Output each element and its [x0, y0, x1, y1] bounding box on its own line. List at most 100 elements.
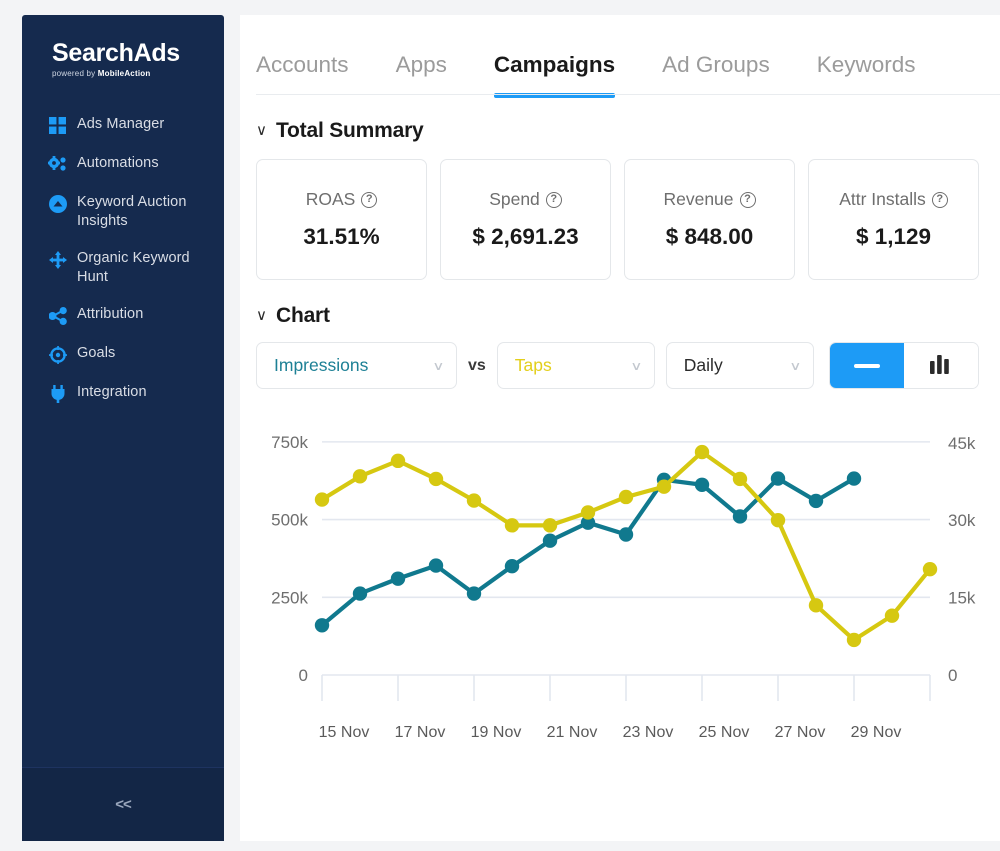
tab-bar: Accounts Apps Campaigns Ad Groups Keywor…: [240, 15, 1000, 95]
granularity-select[interactable]: Daily ∨: [666, 342, 814, 389]
data-point-taps: [543, 518, 557, 532]
sidebar-item-integration[interactable]: Integration: [22, 374, 224, 413]
sidebar-item-keyword-auction-insights[interactable]: Keyword Auction Insights: [22, 184, 224, 240]
sidebar-item-ads-manager[interactable]: Ads Manager: [22, 106, 224, 145]
card-value: $ 848.00: [666, 224, 754, 250]
card-label: ROAS ?: [306, 189, 378, 210]
card-value: $ 1,129: [856, 224, 931, 250]
total-summary-title: Total Summary: [276, 119, 424, 143]
data-point-taps: [847, 633, 861, 647]
brand-subtitle-company: MobileAction: [98, 69, 151, 78]
sidebar-item-label: Organic Keyword Hunt: [77, 249, 210, 287]
data-point-impressions: [695, 478, 709, 492]
tab-ad-groups[interactable]: Ad Groups: [662, 52, 770, 95]
chevron-down-icon: ∨: [789, 360, 801, 372]
sidebar-item-label: Attribution: [77, 305, 143, 324]
metric-secondary-select[interactable]: Taps ∨: [497, 342, 655, 389]
gears-icon: [48, 154, 67, 175]
metric-secondary-value: Taps: [515, 355, 552, 376]
sidebar-collapse-button[interactable]: <<: [22, 767, 224, 841]
chart-canvas[interactable]: 0250k500k750k015k30k45k15 Nov17 Nov19 No…: [240, 403, 1000, 758]
sidebar-item-label: Keyword Auction Insights: [77, 193, 210, 231]
data-point-impressions: [733, 509, 747, 523]
y-axis-tick-label: 250k: [271, 588, 308, 607]
data-point-impressions: [619, 527, 633, 541]
vs-label: vs: [468, 357, 486, 375]
data-point-impressions: [429, 558, 443, 572]
data-point-impressions: [353, 586, 367, 600]
data-point-taps: [353, 469, 367, 483]
data-point-taps: [619, 490, 633, 504]
chart-section-header[interactable]: ∨ Chart: [240, 280, 1000, 328]
tab-accounts[interactable]: Accounts: [256, 52, 349, 95]
sidebar-item-label: Automations: [77, 154, 159, 173]
help-icon[interactable]: ?: [932, 192, 948, 208]
series-line-impressions: [322, 479, 854, 626]
brand-title: SearchAds: [52, 41, 224, 66]
help-icon[interactable]: ?: [361, 192, 377, 208]
data-point-taps: [809, 598, 823, 612]
x-axis-tick-label: 23 Nov: [623, 724, 674, 741]
chart-view-toggle: [829, 342, 979, 389]
sidebar-item-goals[interactable]: Goals: [22, 335, 224, 374]
tab-campaigns[interactable]: Campaigns: [494, 52, 615, 95]
card-label-text: ROAS: [306, 189, 356, 210]
card-label-text: Revenue: [663, 189, 733, 210]
circle-up-icon: [48, 193, 67, 214]
plug-icon: [48, 383, 67, 404]
data-point-taps: [391, 454, 405, 468]
card-value: 31.51%: [303, 224, 379, 250]
data-point-taps: [429, 472, 443, 486]
data-point-taps: [923, 562, 937, 576]
data-point-impressions: [505, 559, 519, 573]
data-point-impressions: [467, 586, 481, 600]
y-axis-tick-label: 500k: [271, 511, 308, 530]
brand-subtitle: powered by MobileAction: [52, 69, 224, 78]
help-icon[interactable]: ?: [546, 192, 562, 208]
line-chart-toggle-button[interactable]: [830, 343, 904, 388]
main-panel: Accounts Apps Campaigns Ad Groups Keywor…: [240, 15, 1000, 841]
bar-chart-icon: [929, 352, 953, 379]
sidebar-item-organic-keyword-hunt[interactable]: Organic Keyword Hunt: [22, 240, 224, 296]
sidebar-item-label: Ads Manager: [77, 115, 164, 134]
target-icon: [48, 344, 67, 365]
card-value: $ 2,691.23: [472, 224, 578, 250]
y2-axis-tick-label: 15k: [948, 589, 976, 608]
tab-apps[interactable]: Apps: [396, 52, 447, 95]
granularity-value: Daily: [684, 355, 723, 376]
line-chart-icon: [854, 364, 880, 368]
move-arrows-icon: [48, 249, 67, 270]
chevron-down-icon[interactable]: ∨: [256, 308, 267, 323]
data-point-impressions: [391, 571, 405, 585]
metric-primary-value: Impressions: [274, 355, 368, 376]
share-nodes-icon: [48, 305, 67, 326]
total-summary-header[interactable]: ∨ Total Summary: [240, 95, 1000, 143]
data-point-taps: [733, 472, 747, 486]
tab-bar-divider: [256, 94, 1000, 95]
app-root: SearchAds powered by MobileAction Ads Ma…: [0, 0, 1000, 851]
data-point-taps: [315, 492, 329, 506]
x-axis-tick-label: 25 Nov: [699, 724, 750, 741]
chart-controls: Impressions ∨ vs Taps ∨ Daily ∨: [240, 328, 1000, 389]
line-chart-svg: 0250k500k750k015k30k45k15 Nov17 Nov19 No…: [240, 403, 1000, 758]
summary-card-revenue: Revenue ? $ 848.00: [624, 159, 795, 280]
sidebar-item-attribution[interactable]: Attribution: [22, 296, 224, 335]
chevron-down-icon[interactable]: ∨: [256, 123, 267, 138]
sidebar-item-label: Goals: [77, 344, 115, 363]
data-point-impressions: [771, 471, 785, 485]
sidebar-item-automations[interactable]: Automations: [22, 145, 224, 184]
y-axis-tick-label: 750k: [271, 433, 308, 452]
data-point-taps: [695, 445, 709, 459]
bar-chart-toggle-button[interactable]: [904, 343, 978, 388]
help-icon[interactable]: ?: [740, 192, 756, 208]
card-label: Attr Installs ?: [839, 189, 948, 210]
data-point-impressions: [543, 534, 557, 548]
card-label-text: Attr Installs: [839, 189, 926, 210]
summary-card-spend: Spend ? $ 2,691.23: [440, 159, 611, 280]
x-axis-tick-label: 21 Nov: [547, 724, 598, 741]
sidebar-nav: Ads Manager Automations Keyword A: [22, 100, 224, 767]
summary-card-roas: ROAS ? 31.51%: [256, 159, 427, 280]
metric-primary-select[interactable]: Impressions ∨: [256, 342, 457, 389]
summary-card-attr-installs: Attr Installs ? $ 1,129: [808, 159, 979, 280]
tab-keywords[interactable]: Keywords: [817, 52, 916, 95]
